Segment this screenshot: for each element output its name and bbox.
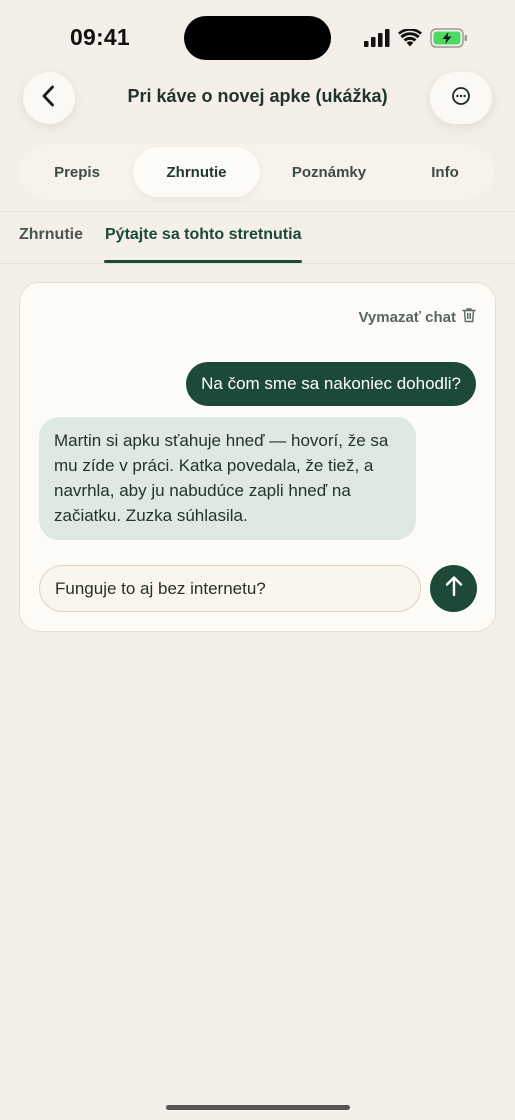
main-tabs: Prepis Zhrnutie Poznámky Info bbox=[18, 143, 496, 201]
cellular-signal-icon bbox=[364, 29, 390, 47]
tab-zhrnutie[interactable]: Zhrnutie bbox=[133, 147, 260, 197]
status-icons bbox=[364, 26, 468, 50]
chat-input[interactable] bbox=[39, 565, 421, 612]
chat-card: Vymazať chat Na čom sme sa nakoniec doho… bbox=[19, 282, 496, 632]
tab-info[interactable]: Info bbox=[398, 147, 492, 197]
back-button[interactable] bbox=[23, 72, 75, 124]
subtab-ask-meeting[interactable]: Pýtajte sa tohto stretnutia bbox=[105, 226, 301, 244]
home-indicator[interactable] bbox=[166, 1105, 350, 1110]
ellipsis-circle-icon bbox=[451, 86, 471, 111]
battery-charging-icon bbox=[430, 28, 468, 48]
arrow-up-icon bbox=[444, 575, 464, 602]
wifi-icon bbox=[398, 29, 422, 47]
send-button[interactable] bbox=[430, 565, 477, 612]
status-bar: 09:41 bbox=[0, 0, 515, 76]
more-options-button[interactable] bbox=[430, 72, 492, 124]
app-screen: 09:41 Pri káve o novej apke (ukážka) Pre… bbox=[0, 0, 515, 1120]
divider bbox=[0, 211, 515, 212]
user-message: Na čom sme sa nakoniec dohodli? bbox=[186, 362, 476, 406]
assistant-message: Martin si apku sťahuje hneď — hovorí, že… bbox=[39, 417, 416, 540]
tab-prepis[interactable]: Prepis bbox=[18, 147, 136, 197]
subtab-zhrnutie[interactable]: Zhrnutie bbox=[19, 226, 83, 244]
page-title: Pri káve o novej apke (ukážka) bbox=[127, 86, 388, 106]
clear-chat-label: Vymazať chat bbox=[358, 308, 456, 326]
clear-chat-button[interactable]: Vymazať chat bbox=[358, 307, 476, 327]
status-time: 09:41 bbox=[70, 24, 130, 50]
tab-poznamky[interactable]: Poznámky bbox=[266, 147, 392, 197]
chevron-left-icon bbox=[39, 84, 59, 113]
divider bbox=[0, 263, 515, 264]
dynamic-island bbox=[184, 16, 331, 60]
trash-icon bbox=[462, 307, 476, 327]
